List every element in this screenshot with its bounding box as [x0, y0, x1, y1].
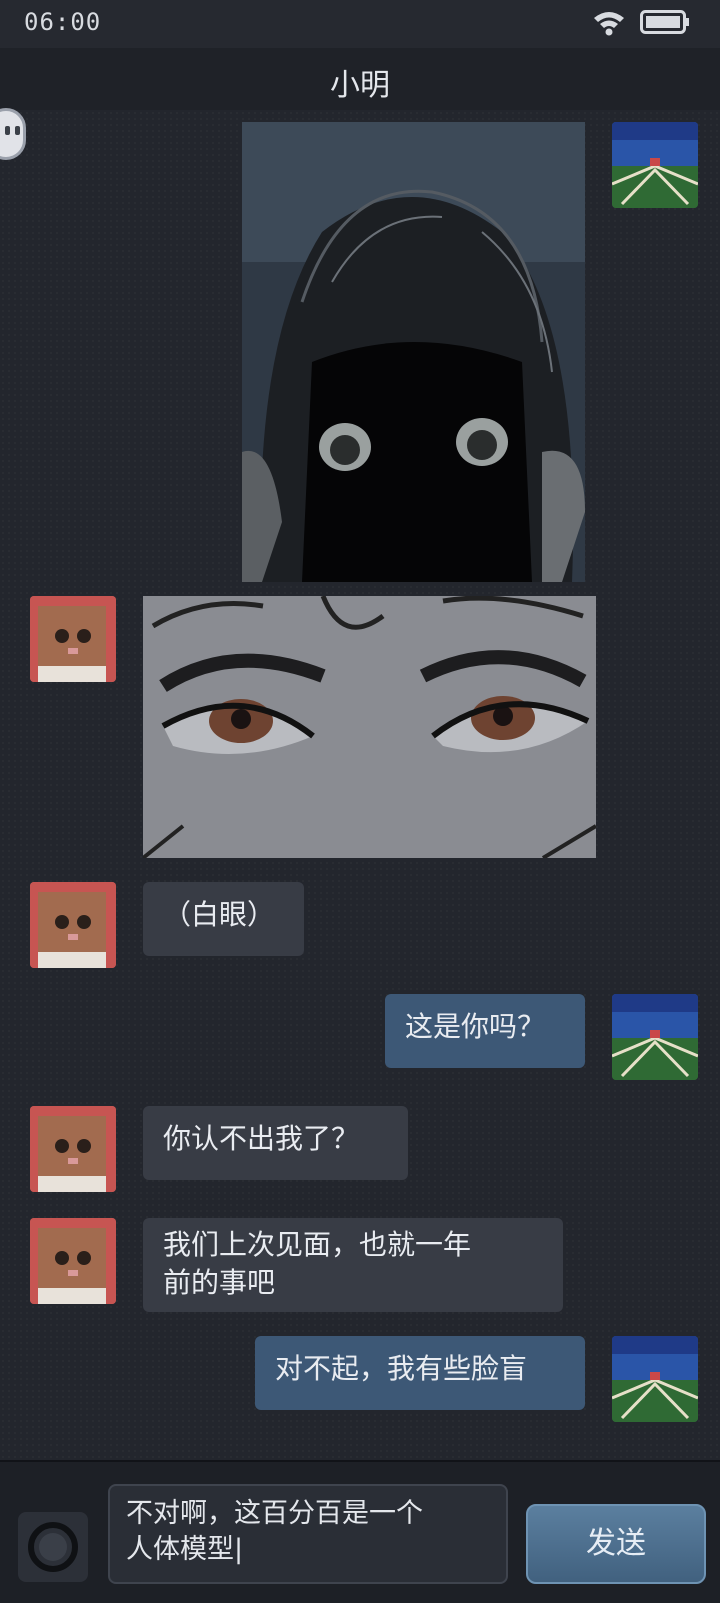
- paper-bag-avatar-icon: [30, 882, 116, 968]
- message-bubble-incoming[interactable]: 我们上次见面，也就一年 前的事吧: [143, 1218, 563, 1312]
- status-time: 06:00: [24, 8, 102, 36]
- paper-bag-avatar-icon: [30, 1106, 116, 1192]
- floating-assistant-button[interactable]: [0, 108, 26, 160]
- message-bubble-outgoing[interactable]: 对不起，我有些脸盲: [255, 1336, 585, 1410]
- portrait-image: [242, 122, 585, 582]
- camera-button[interactable]: [18, 1512, 88, 1582]
- contact-avatar[interactable]: [30, 882, 116, 968]
- message-bubble-outgoing[interactable]: 这是你吗？: [385, 994, 585, 1068]
- eyes-photo[interactable]: [143, 596, 596, 858]
- camera-icon: [28, 1522, 78, 1572]
- contact-name: 小明: [330, 68, 390, 103]
- assistant-eye-icon: [5, 126, 10, 135]
- contact-avatar[interactable]: [30, 596, 116, 682]
- composer-bar: 不对啊，这百分百是一个 人体模型| 发送: [0, 1460, 720, 1603]
- paper-bag-avatar-icon: [30, 596, 116, 682]
- status-bar: 06:00: [0, 0, 720, 48]
- message-bubble-incoming[interactable]: （白眼）: [143, 882, 304, 956]
- my-avatar[interactable]: [612, 1336, 698, 1422]
- paper-bag-avatar-icon: [30, 1218, 116, 1304]
- chat-header: 小明: [0, 48, 720, 110]
- portrait-photo[interactable]: [242, 122, 585, 582]
- my-avatar[interactable]: [612, 994, 698, 1080]
- assistant-eye-icon: [15, 126, 20, 135]
- send-button[interactable]: 发送: [526, 1504, 706, 1584]
- message-bubble-incoming[interactable]: 你认不出我了？: [143, 1106, 408, 1180]
- contact-avatar[interactable]: [30, 1218, 116, 1304]
- landscape-avatar-icon: [612, 994, 698, 1080]
- landscape-avatar-icon: [612, 122, 698, 208]
- my-avatar[interactable]: [612, 122, 698, 208]
- eyes-image: [143, 596, 596, 858]
- message-input[interactable]: 不对啊，这百分百是一个 人体模型|: [108, 1484, 508, 1584]
- landscape-avatar-icon: [612, 1336, 698, 1422]
- contact-avatar[interactable]: [30, 1106, 116, 1192]
- message-list[interactable]: （白眼） 这是你吗？ 你认不出我了？ 我们上次见面，也就一年 前的事吧 对不起，…: [0, 108, 720, 1460]
- wifi-icon: [594, 12, 624, 36]
- battery-icon: [640, 10, 689, 34]
